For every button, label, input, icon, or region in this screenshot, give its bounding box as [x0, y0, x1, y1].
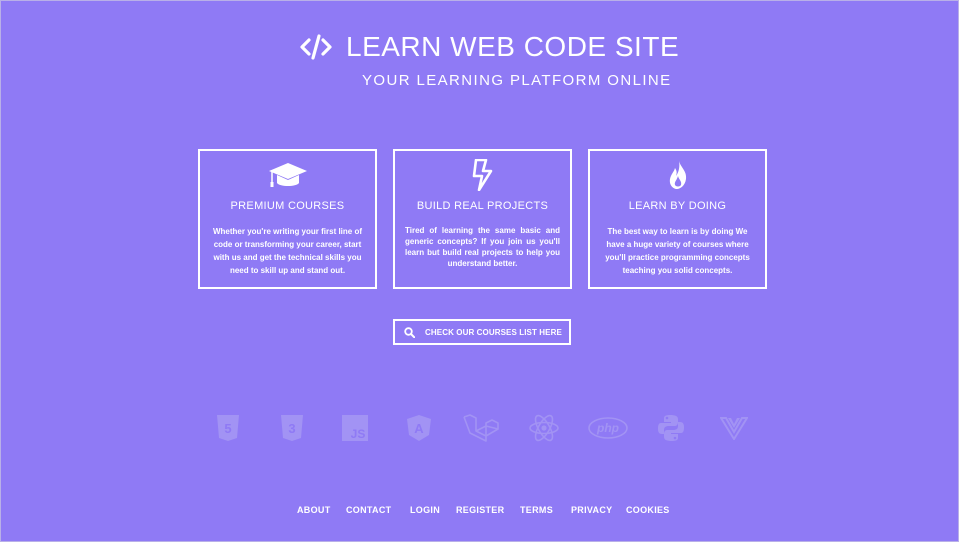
feature-card-title: PREMIUM COURSES	[230, 200, 345, 212]
javascript-icon-label: JS	[351, 427, 366, 441]
feature-card-learn-by-doing: LEARN BY DOING The best way to learn is …	[588, 149, 767, 289]
php-icon-label: php	[596, 421, 619, 435]
courses-list-button-label: CHECK OUR COURSES LIST HERE	[425, 327, 562, 337]
css3-icon: 3	[281, 415, 303, 441]
angular-icon: A	[407, 415, 431, 441]
logo[interactable]: LEARN WEB CODE SITE	[299, 31, 679, 63]
laravel-icon	[463, 414, 499, 442]
feature-card-text: The best way to learn is by doing We hav…	[605, 227, 750, 275]
python-icon	[658, 415, 684, 441]
footer-link-register[interactable]: REGISTER	[456, 505, 504, 515]
css3-icon-label: 3	[288, 421, 295, 436]
footer-nav: ABOUT CONTACT LOGIN REGISTER TERMS PRIVA…	[1, 505, 959, 519]
feature-card-build-real-projects: BUILD REAL PROJECTS Tired of learning th…	[393, 149, 572, 289]
feature-card-title: BUILD REAL PROJECTS	[416, 200, 549, 212]
footer-link-cookies[interactable]: COOKIES	[626, 505, 670, 515]
lightning-bolt-icon	[472, 159, 492, 191]
code-icon	[300, 34, 332, 60]
footer-link-privacy[interactable]: PRIVACY	[571, 505, 612, 515]
react-icon	[529, 414, 559, 442]
footer-link-about[interactable]: ABOUT	[297, 505, 331, 515]
php-icon: php	[588, 417, 628, 439]
angular-icon-label: A	[414, 421, 424, 436]
feature-card-text: Tired of learning the same basic and gen…	[405, 226, 560, 268]
vue-icon	[720, 417, 748, 440]
graduation-cap-icon	[268, 163, 307, 187]
html5-icon-label: 5	[224, 421, 231, 436]
site-tagline: YOUR LEARNING PLATFORM ONLINE	[362, 72, 672, 89]
html5-icon: 5	[217, 415, 239, 441]
courses-list-button[interactable]: CHECK OUR COURSES LIST HERE	[393, 319, 571, 345]
footer-link-contact[interactable]: CONTACT	[346, 505, 391, 515]
feature-card-premium-courses: PREMIUM COURSES Whether you're writing y…	[198, 149, 377, 289]
feature-cards: PREMIUM COURSES Whether you're writing y…	[198, 149, 767, 289]
footer-link-login[interactable]: LOGIN	[410, 505, 440, 515]
technology-icons: 5 3 JS A php	[214, 413, 749, 443]
flame-icon	[669, 161, 686, 189]
feature-card-title: LEARN BY DOING	[628, 200, 727, 212]
site-title: LEARN WEB CODE SITE	[346, 31, 680, 62]
search-icon	[404, 326, 415, 338]
feature-card-text: Whether you're writing your first line o…	[212, 227, 363, 275]
footer-link-terms[interactable]: TERMS	[520, 505, 553, 515]
javascript-icon: JS	[342, 415, 368, 441]
site-header: LEARN WEB CODE SITE YOUR LEARNING PLATFO…	[1, 29, 959, 99]
